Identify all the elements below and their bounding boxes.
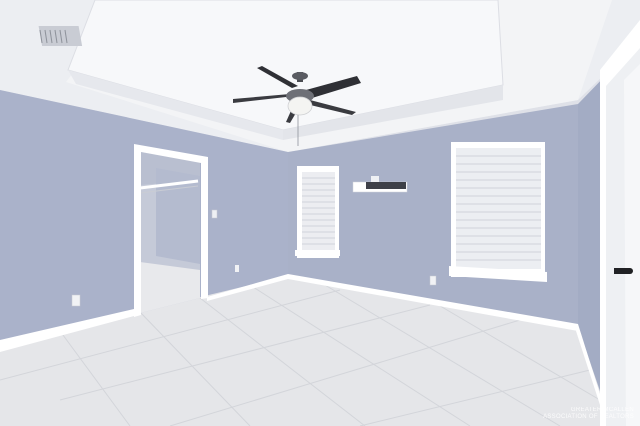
watermark-line-2: ASSOCIATION OF REALTORS	[543, 414, 634, 420]
room-photo: GREATER MCALLEN ASSOCIATION OF REALTORS	[0, 0, 640, 426]
outlet-left-2	[235, 265, 239, 272]
window-small-sill	[295, 250, 340, 256]
window-large	[449, 142, 547, 282]
air-vent	[38, 26, 83, 46]
bedroom-door	[600, 20, 640, 426]
closet-doorway	[134, 144, 208, 317]
watermark: GREATER MCALLEN ASSOCIATION OF REALTORS	[543, 407, 634, 421]
window-small	[295, 166, 340, 258]
light-switch	[211, 209, 218, 219]
watermark-line-1: GREATER MCALLEN	[570, 407, 634, 413]
outlet-back	[429, 275, 437, 286]
fan-light	[287, 96, 313, 116]
outlet-left	[71, 294, 81, 307]
